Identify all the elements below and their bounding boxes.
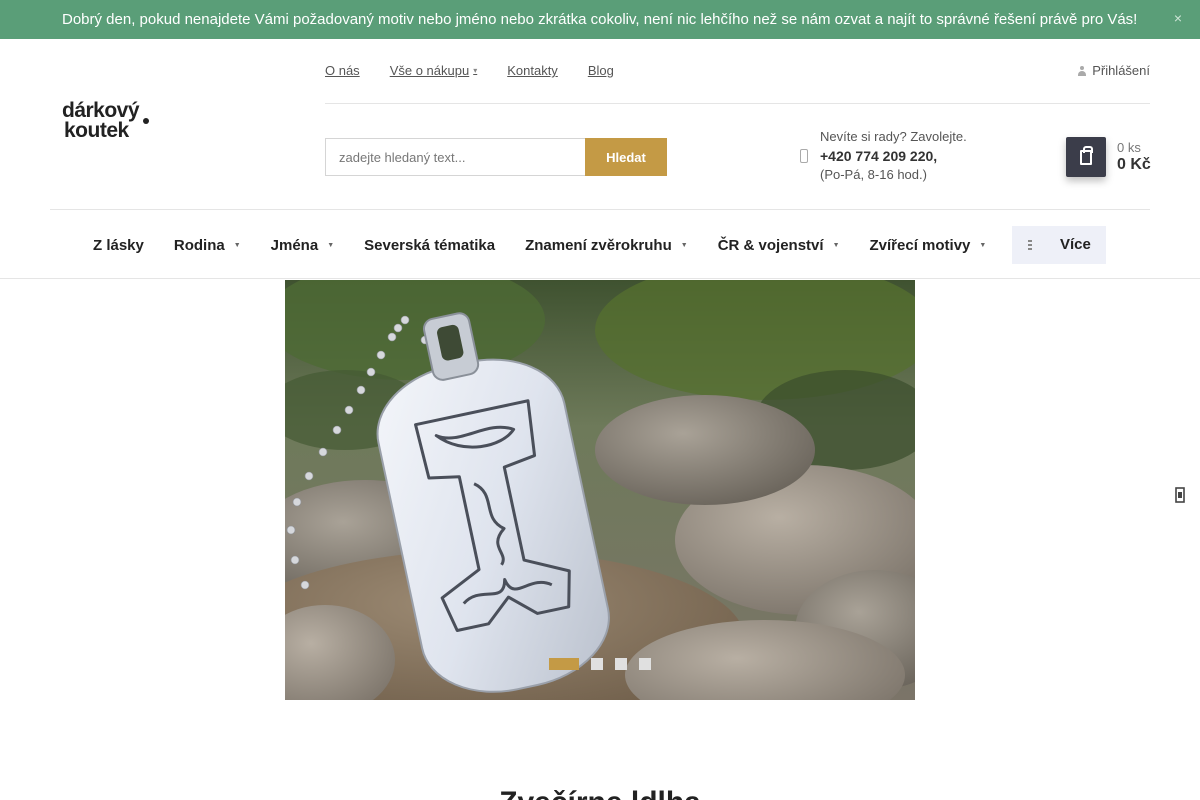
nav-item-jmena[interactable]: Jména ▼: [271, 237, 334, 254]
cart-count[interactable]: 0 ks: [1117, 140, 1141, 155]
chevron-right-icon[interactable]: [1174, 486, 1186, 504]
slider-pagination: [549, 658, 651, 670]
topnav-about[interactable]: O nás: [325, 63, 360, 78]
nav-item-label: ČR & vojenství: [717, 236, 824, 254]
cart-price[interactable]: 0 Kč: [1117, 156, 1151, 174]
info-banner: Dobrý den, pokud nenajdete Vámi požadova…: [0, 0, 1200, 39]
hamburger-icon: [1028, 240, 1032, 250]
main-nav: Z lásky Rodina ▼ Jména ▼ Severská tématika…: [93, 226, 1016, 264]
search-input[interactable]: [325, 138, 585, 176]
logo-line-2: koutek: [64, 119, 129, 142]
nav-item-zvireci-motivy[interactable]: Zvířecí motivy ▼: [870, 237, 987, 254]
nav-item-cr-vojenstvi[interactable]: ČR & vojenství ▼: [718, 237, 840, 254]
slider-dot-4[interactable]: [639, 658, 651, 670]
chevron-down-icon: ▼: [979, 241, 987, 249]
hero-slider[interactable]: [285, 280, 915, 700]
topnav-shopping-info[interactable]: Vše o nákupu ▾: [390, 63, 478, 78]
search-button[interactable]: Hledat: [585, 138, 667, 176]
phone-icon: [800, 149, 808, 163]
chevron-down-icon: ▼: [327, 241, 335, 249]
nav-item-z-lasky[interactable]: Z lásky: [93, 237, 144, 254]
contact-prompt: Nevíte si rady? Zavolejte.: [820, 129, 967, 144]
hero-image: [285, 280, 915, 700]
user-icon: [1078, 65, 1087, 76]
contact-phone[interactable]: +420 774 209 220,: [820, 148, 937, 164]
logo-line-1: dárkový: [62, 99, 140, 122]
header-divider: [325, 103, 1150, 104]
chevron-down-icon: ▼: [832, 241, 840, 249]
slider-dot-2[interactable]: [591, 658, 603, 670]
more-label: Více: [1060, 236, 1091, 253]
section-heading: Zvečírne ldlha: [0, 786, 1200, 800]
close-icon[interactable]: ×: [1174, 10, 1182, 26]
topnav-contacts[interactable]: Kontakty: [507, 63, 558, 78]
top-nav: O nás Vše o nákupu ▾ Kontakty Blog: [325, 63, 614, 78]
more-menu-button[interactable]: Více: [1012, 226, 1106, 264]
nav-item-znameni-zverokruhu[interactable]: Znamení zvěrokruhu ▼: [525, 237, 688, 254]
shopping-bag-icon: [1080, 145, 1093, 165]
nav-item-label: Z lásky: [93, 236, 144, 254]
nav-item-label: Rodina: [173, 236, 225, 254]
logo[interactable]: dárkový koutek: [62, 100, 162, 144]
logo-dot: [143, 118, 149, 124]
login-label: Přihlášení: [1092, 63, 1150, 78]
nav-item-label: Zvířecí motivy: [869, 236, 971, 254]
slider-dot-3[interactable]: [615, 658, 627, 670]
nav-item-label: Znamení zvěrokruhu: [525, 236, 672, 254]
slider-dot-1[interactable]: [549, 658, 579, 670]
login-link[interactable]: Přihlášení: [1078, 63, 1150, 78]
nav-item-rodina[interactable]: Rodina ▼: [174, 237, 241, 254]
nav-item-label: Jména: [270, 236, 319, 254]
banner-text: Dobrý den, pokud nenajdete Vámi požadova…: [62, 11, 1138, 28]
chevron-down-icon: ▼: [680, 241, 688, 249]
chevron-down-icon: ▼: [233, 241, 241, 249]
nav-item-severska-tematika[interactable]: Severská tématika: [364, 237, 495, 254]
topnav-blog[interactable]: Blog: [588, 63, 614, 78]
topnav-shopping-info-label: Vše o nákupu: [389, 63, 470, 78]
search-form: Hledat: [325, 138, 667, 176]
contact-hours: (Po-Pá, 8-16 hod.): [820, 167, 927, 182]
nav-divider-top: [50, 209, 1150, 210]
cart-button[interactable]: [1066, 137, 1106, 177]
nav-divider-bottom: [0, 278, 1200, 279]
chevron-down-icon: ▾: [473, 66, 478, 75]
nav-item-label: Severská tématika: [364, 236, 496, 254]
